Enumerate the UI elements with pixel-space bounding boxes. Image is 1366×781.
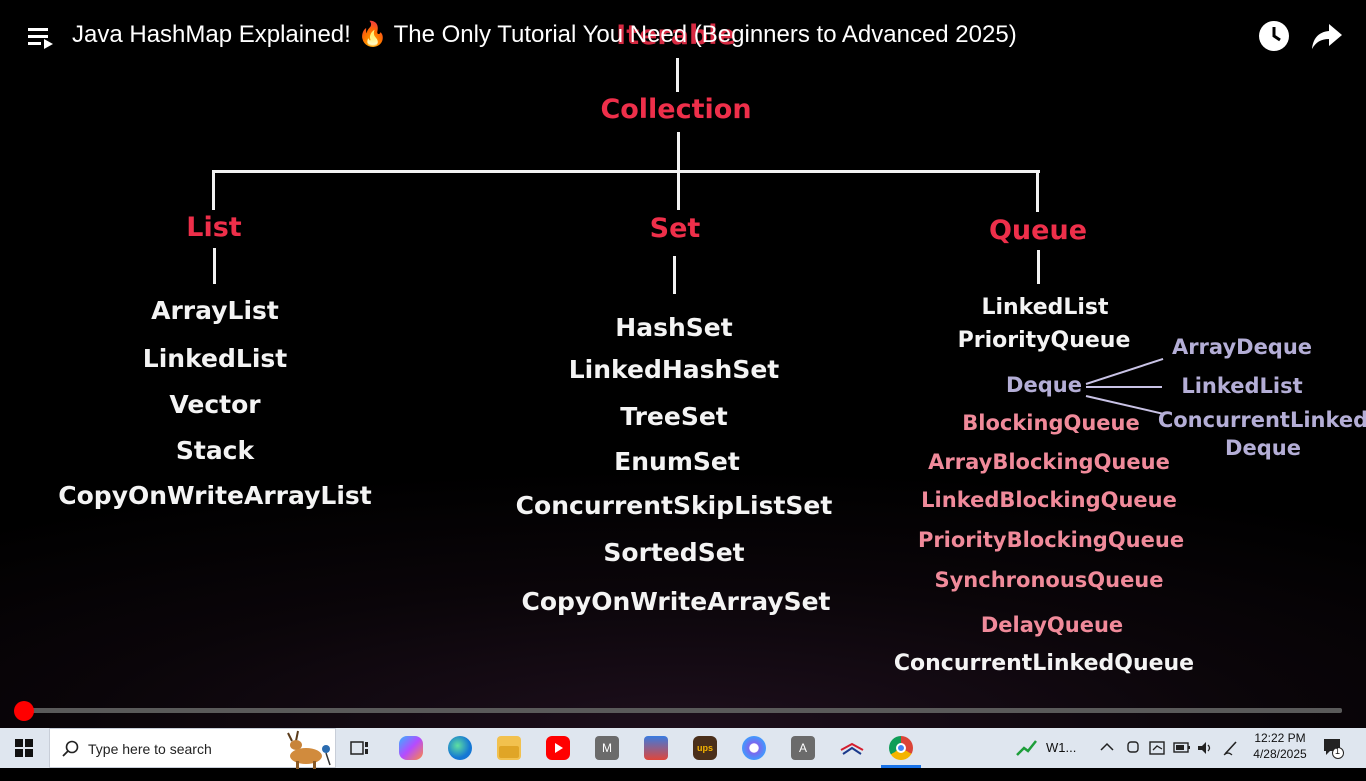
- video-title[interactable]: Java HashMap Explained! 🔥 The Only Tutor…: [72, 20, 1017, 49]
- deque-node: Deque: [1006, 373, 1082, 397]
- start-button[interactable]: [0, 728, 48, 768]
- clock[interactable]: 12:22 PM 4/28/2025: [1248, 728, 1312, 768]
- search-icon: [62, 740, 79, 757]
- mail-app-icon[interactable]: M: [595, 736, 619, 760]
- edge-browser-icon[interactable]: [448, 736, 472, 760]
- deque-item: ArrayDeque: [1171, 335, 1313, 359]
- stocks-widget[interactable]: W1...: [1014, 728, 1084, 768]
- blocking-queue-item: SynchronousQueue: [934, 568, 1164, 592]
- share-icon[interactable]: [1311, 22, 1343, 54]
- watch-later-icon[interactable]: [1258, 20, 1290, 56]
- deque-item: LinkedList: [1181, 374, 1303, 398]
- queue-item: PriorityQueue: [957, 328, 1131, 353]
- ups-icon[interactable]: ups: [693, 736, 717, 760]
- blocking-queue-node: BlockingQueue: [962, 411, 1140, 435]
- set-item: CopyOnWriteArraySet: [521, 587, 831, 616]
- list-item: Stack: [175, 436, 255, 465]
- blocking-queue-item: LinkedBlockingQueue: [921, 488, 1177, 512]
- list-item: LinkedList: [142, 344, 288, 373]
- battery-icon[interactable]: [1173, 741, 1191, 781]
- video-player[interactable]: Iterable Collection List Set Queue Array…: [0, 0, 1366, 728]
- app-a-icon[interactable]: A: [791, 736, 815, 760]
- playlist-icon[interactable]: [28, 26, 56, 54]
- connector-deque-arraydeque: [1085, 358, 1164, 385]
- set-item: LinkedHashSet: [568, 355, 780, 384]
- connector-horizontal: [213, 170, 1040, 173]
- copilot-app-icon[interactable]: [742, 736, 766, 760]
- pen-icon[interactable]: [1222, 739, 1240, 779]
- task-view-icon[interactable]: [346, 728, 374, 768]
- set-item: TreeSet: [620, 402, 728, 431]
- progress-scrubber[interactable]: [14, 701, 34, 721]
- notification-count: 1: [1335, 746, 1341, 756]
- set-item: SortedSet: [603, 538, 745, 567]
- queue-item: ConcurrentLinkedQueue: [893, 651, 1195, 676]
- wifi-settings-icon[interactable]: [1149, 739, 1167, 779]
- connector-collection: [677, 132, 680, 172]
- set-item: ConcurrentSkipListSet: [515, 491, 833, 520]
- meet-now-icon[interactable]: [1125, 739, 1141, 779]
- connector-queue-items: [1037, 250, 1040, 284]
- file-explorer-icon[interactable]: [497, 736, 521, 760]
- chevron-up-icon[interactable]: [1100, 741, 1116, 781]
- copilot-icon[interactable]: [399, 736, 423, 760]
- video-title-bar: Java HashMap Explained! 🔥 The Only Tutor…: [0, 0, 1366, 72]
- connector-list: [212, 170, 215, 210]
- clock-date: 4/28/2025: [1253, 747, 1307, 761]
- queue-node: Queue: [988, 215, 1088, 246]
- clock-time: 12:22 PM: [1254, 731, 1306, 745]
- queue-item: LinkedList: [981, 295, 1109, 320]
- list-node: List: [186, 212, 242, 243]
- connector-set: [677, 170, 680, 210]
- store-icon[interactable]: [644, 736, 668, 760]
- chrome-icon[interactable]: [889, 736, 913, 760]
- volume-icon[interactable]: [1196, 739, 1214, 779]
- taskbar: Type here to search M ups A W1... 12:22 …: [0, 728, 1366, 769]
- blocking-queue-item: DelayQueue: [980, 613, 1124, 637]
- search-placeholder: Type here to search: [88, 741, 212, 757]
- connector-set-items: [673, 256, 676, 294]
- deque-item: ConcurrentLinked: [1157, 408, 1366, 432]
- stocks-label: W1...: [1046, 740, 1077, 755]
- connector-queue: [1036, 170, 1039, 212]
- stock-chart-icon: [1016, 740, 1037, 756]
- set-node: Set: [649, 213, 701, 244]
- youtube-icon[interactable]: [546, 736, 570, 760]
- windows-icon: [15, 739, 33, 757]
- blocking-queue-item: ArrayBlockingQueue: [928, 450, 1170, 474]
- set-item: HashSet: [615, 313, 733, 342]
- connector-deque-linkedlist: [1086, 386, 1162, 388]
- progress-bar[interactable]: [24, 708, 1342, 713]
- blocking-queue-item: PriorityBlockingQueue: [917, 528, 1185, 552]
- list-item: Vector: [169, 390, 261, 419]
- connector-list-items: [213, 248, 216, 284]
- notifications-icon[interactable]: 1: [1322, 737, 1344, 777]
- deque-item: Deque: [1225, 436, 1301, 460]
- list-item: CopyOnWriteArrayList: [58, 481, 372, 510]
- list-item: ArrayList: [151, 296, 279, 325]
- collection-node: Collection: [600, 94, 752, 125]
- deer-illustration-icon: [287, 730, 331, 769]
- bank-app-icon[interactable]: [840, 736, 864, 760]
- taskbar-search[interactable]: Type here to search: [49, 728, 336, 769]
- set-item: EnumSet: [614, 447, 740, 476]
